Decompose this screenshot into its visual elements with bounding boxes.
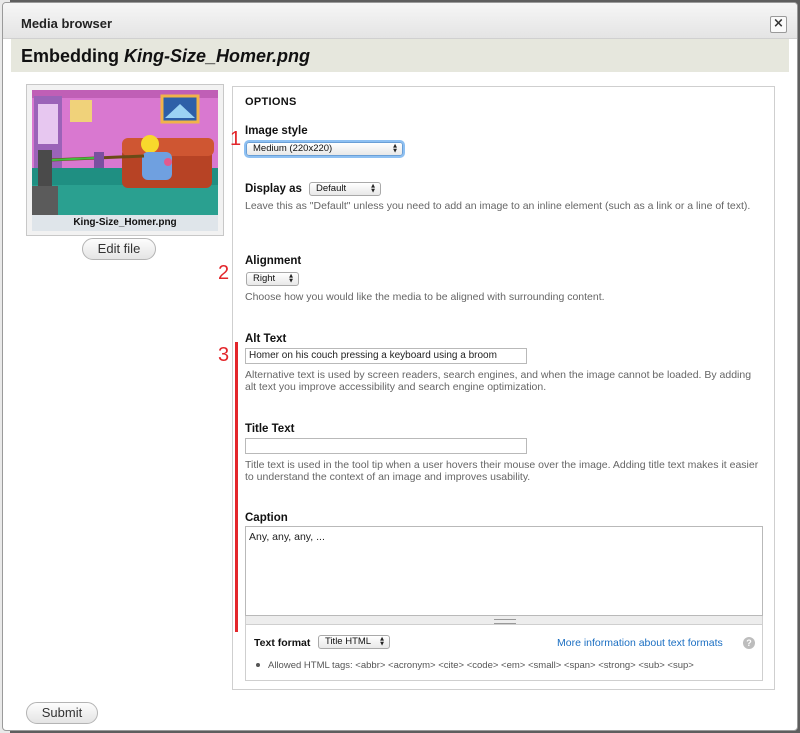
edit-file-button[interactable]: Edit file — [82, 238, 156, 260]
display-as-description: Leave this as "Default" unless you need … — [245, 200, 751, 212]
bullet-icon — [256, 663, 260, 668]
dialog-titlebar: Media browser × — [3, 3, 797, 39]
alignment-value: Right — [253, 273, 276, 284]
submit-button[interactable]: Submit — [26, 702, 98, 724]
textarea-resize-grip[interactable] — [245, 616, 763, 625]
close-icon[interactable]: × — [770, 16, 787, 33]
display-as-select[interactable]: Default ▲ ▼ — [309, 182, 381, 196]
annotation-number-1: 1 — [230, 128, 242, 150]
caption-label: Caption — [245, 512, 288, 524]
title-prefix: Embedding — [21, 46, 119, 66]
select-arrows-icon: ▲ ▼ — [393, 143, 397, 154]
title-text-description: Title text is used in the tool tip when … — [245, 459, 759, 483]
select-arrows-icon: ▲ ▼ — [289, 273, 293, 284]
text-format-value: Title HTML — [325, 636, 372, 647]
title-text-input[interactable] — [245, 438, 527, 454]
alt-text-input[interactable]: Homer on his couch pressing a keyboard u… — [245, 348, 527, 364]
alt-text-label: Alt Text — [245, 333, 287, 345]
title-text-label: Title Text — [245, 423, 295, 435]
file-preview: King-Size_Homer.png — [26, 84, 224, 236]
allowed-tags: Allowed HTML tags: <abbr> <acronym> <cit… — [256, 660, 694, 671]
allowed-tags-text: Allowed HTML tags: <abbr> <acronym> <cit… — [268, 660, 694, 671]
preview-image — [32, 90, 218, 215]
alignment-description: Choose how you would like the media to b… — [245, 291, 605, 303]
image-style-label: Image style — [245, 125, 308, 137]
select-arrows-icon: ▲ ▼ — [380, 636, 384, 647]
alignment-select[interactable]: Right ▲ ▼ — [246, 272, 299, 286]
image-style-value: Medium (220x220) — [253, 143, 333, 154]
preview-filename: King-Size_Homer.png — [32, 215, 218, 231]
annotation-number-3: 3 — [218, 344, 230, 366]
text-format-label: Text format — [254, 637, 311, 649]
alt-text-description: Alternative text is used by screen reade… — [245, 369, 752, 393]
embedding-header: Embedding King-Size_Homer.png — [11, 39, 789, 72]
help-icon[interactable]: ? — [743, 637, 755, 649]
page-title: Embedding King-Size_Homer.png — [21, 46, 310, 67]
options-panel: OPTIONS Image style Medium (220x220) ▲ ▼ D… — [232, 86, 775, 690]
select-arrows-icon: ▲ ▼ — [371, 183, 375, 194]
dialog-title: Media browser — [21, 16, 113, 31]
text-format-box: Text format Title HTML ▲ ▼ More informatio… — [245, 625, 763, 681]
options-legend: OPTIONS — [245, 96, 297, 108]
annotation-number-2: 2 — [218, 262, 230, 284]
display-as-value: Default — [316, 183, 347, 194]
annotation-bracket-line — [235, 342, 238, 632]
text-format-help-link[interactable]: More information about text formats — [557, 637, 723, 649]
alignment-label: Alignment — [245, 255, 302, 267]
text-format-select[interactable]: Title HTML ▲ ▼ — [318, 635, 390, 649]
display-as-label: Display as — [245, 183, 302, 195]
image-style-select[interactable]: Medium (220x220) ▲ ▼ — [246, 142, 403, 156]
title-filename: King-Size_Homer.png — [124, 46, 311, 66]
caption-textarea[interactable]: Any, any, any, ... — [245, 526, 763, 616]
